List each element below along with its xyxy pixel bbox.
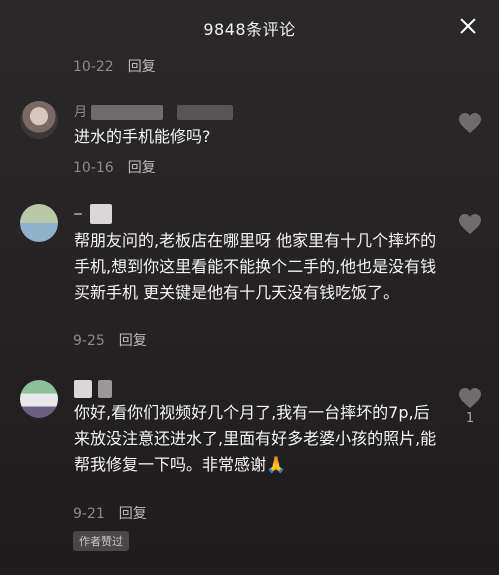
close-icon[interactable] xyxy=(457,15,479,37)
avatar[interactable] xyxy=(20,204,58,242)
comment-text: 进水的手机能修吗? xyxy=(74,127,211,146)
blurred-username xyxy=(91,105,164,120)
blurred-username xyxy=(74,380,92,398)
comment-text: 帮朋友问的,老板店在哪里呀 他家里有十几个摔坏的手机,想到你这里看能不能换个二手… xyxy=(74,231,437,302)
comment-date: 9-21 xyxy=(73,506,105,522)
comment-username[interactable] xyxy=(74,380,113,398)
comment-meta: 9-25 回复 xyxy=(73,330,147,350)
heart-icon[interactable] xyxy=(458,112,482,134)
comment-date: 9-25 xyxy=(73,333,105,349)
comment-username[interactable] xyxy=(74,204,113,224)
comments-panel: 9848条评论 10-22 回复 月 进水的手机能修吗? 10-16 回复 帮朋友问… xyxy=(0,0,499,575)
comment-count-title: 9848条评论 xyxy=(203,20,296,39)
comment-date: 10-22 xyxy=(73,59,114,75)
author-liked-badge: 作者赞过 xyxy=(73,531,129,551)
reply-button[interactable]: 回复 xyxy=(119,333,147,349)
comment-meta: 10-16 回复 xyxy=(73,157,156,177)
comment-username[interactable]: 月 xyxy=(74,101,234,120)
avatar[interactable] xyxy=(20,101,58,139)
like-count: 1 xyxy=(465,411,475,426)
comments-header: 9848条评论 xyxy=(0,0,499,54)
blurred-username xyxy=(98,380,113,398)
avatar[interactable] xyxy=(20,380,58,418)
reply-button[interactable]: 回复 xyxy=(128,160,156,176)
comment-text: 你好,看你们视频好几个月了,我有一台摔坏的7p,后来放没注意还进水了,里面有好多… xyxy=(74,403,437,474)
reply-button[interactable]: 回复 xyxy=(119,506,147,522)
blurred-username xyxy=(177,105,234,120)
heart-icon[interactable] xyxy=(458,387,482,409)
comment-meta: 10-22 回复 xyxy=(73,56,156,76)
heart-icon[interactable] xyxy=(458,213,482,235)
comment-date: 10-16 xyxy=(73,160,114,176)
blurred-username xyxy=(90,204,113,224)
comment-meta: 9-21 回复 xyxy=(73,503,147,523)
reply-button[interactable]: 回复 xyxy=(128,59,156,75)
